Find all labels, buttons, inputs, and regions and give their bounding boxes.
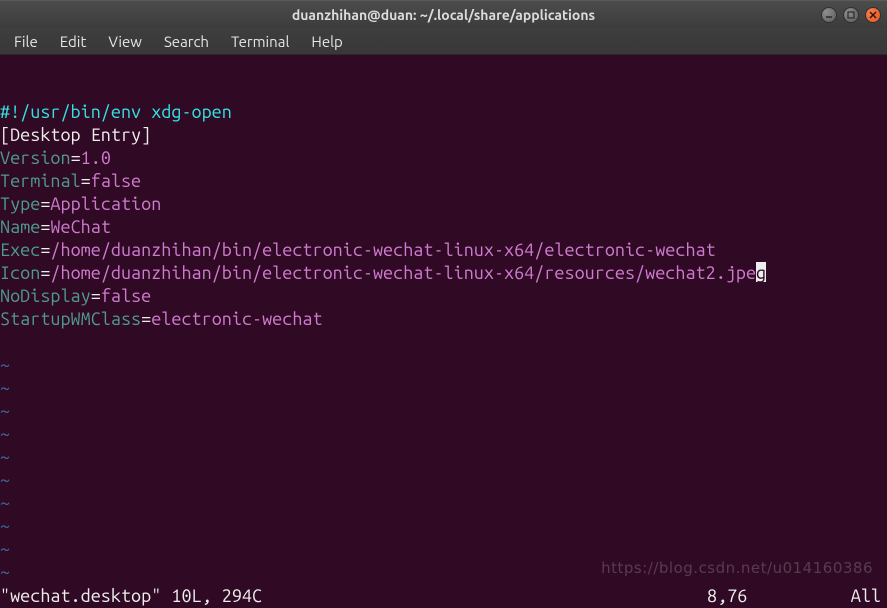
vim-empty-line: ~ [0, 561, 887, 584]
window-title: duanzhihan@duan: ~/.local/share/applicat… [0, 7, 887, 23]
text-cursor: g [756, 262, 766, 282]
menu-help[interactable]: Help [301, 30, 352, 53]
vim-empty-line: ~ [0, 492, 887, 515]
vim-statusline: "wechat.desktop" 10L, 294C 8,76 All [0, 585, 887, 608]
menu-file[interactable]: File [4, 30, 48, 53]
menu-view[interactable]: View [98, 30, 152, 53]
vim-empty-line: ~ [0, 423, 887, 446]
vim-empty-line: ~ [0, 400, 887, 423]
window-controls [821, 7, 881, 23]
vim-empty-line: ~ [0, 538, 887, 561]
file-line: Version=1.0 [0, 147, 887, 170]
file-line: Exec=/home/duanzhihan/bin/electronic-wec… [0, 239, 887, 262]
vim-empty-line: ~ [0, 354, 887, 377]
vim-empty-line: ~ [0, 515, 887, 538]
status-percent: All [817, 585, 887, 608]
menu-terminal[interactable]: Terminal [221, 30, 299, 53]
file-line: #!/usr/bin/env xdg-open [0, 101, 887, 124]
file-line: Type=Application [0, 193, 887, 216]
minimize-button[interactable] [821, 7, 837, 23]
file-line: Name=WeChat [0, 216, 887, 239]
vim-empty-line: ~ [0, 469, 887, 492]
status-position: 8,76 [707, 585, 817, 608]
terminal-area[interactable]: #!/usr/bin/env xdg-open[Desktop Entry]Ve… [0, 55, 887, 608]
status-file: "wechat.desktop" 10L, 294C [0, 585, 262, 608]
file-line: Terminal=false [0, 170, 887, 193]
file-line: [Desktop Entry] [0, 124, 887, 147]
file-line: StartupWMClass=electronic-wechat [0, 308, 887, 331]
menubar: File Edit View Search Terminal Help [0, 28, 887, 55]
maximize-button[interactable] [843, 7, 859, 23]
close-button[interactable] [865, 7, 881, 23]
file-line [0, 331, 887, 354]
vim-empty-line: ~ [0, 377, 887, 400]
vim-empty-line: ~ [0, 446, 887, 469]
file-line: Icon=/home/duanzhihan/bin/electronic-wec… [0, 262, 887, 285]
file-line: NoDisplay=false [0, 285, 887, 308]
menu-search[interactable]: Search [154, 30, 219, 53]
menu-edit[interactable]: Edit [50, 30, 97, 53]
window-titlebar: duanzhihan@duan: ~/.local/share/applicat… [0, 0, 887, 28]
